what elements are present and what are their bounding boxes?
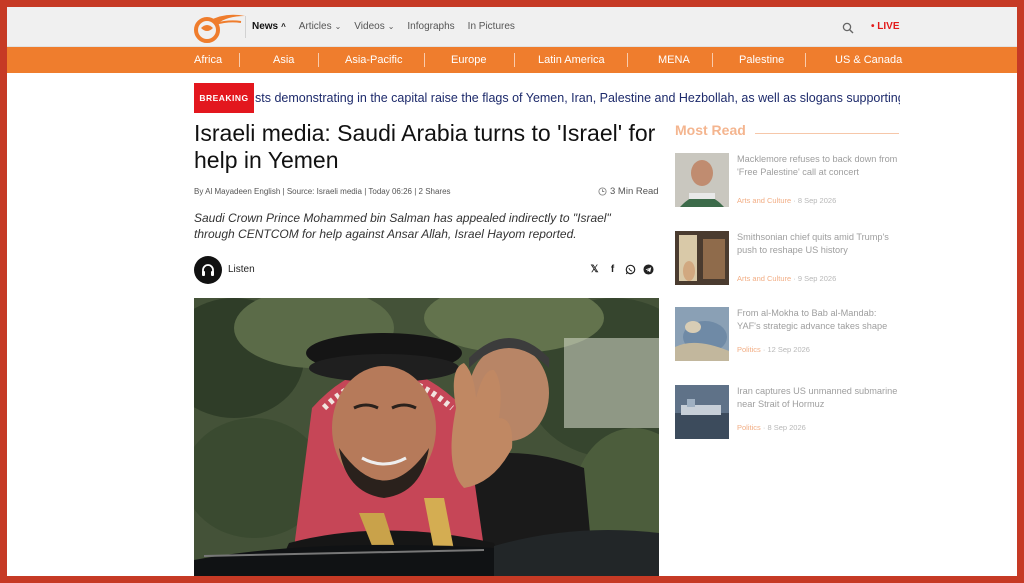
nav-articles-label: Articles	[298, 21, 332, 32]
most-read-meta: Arts and Culture · 8 Sep 2026	[737, 196, 837, 205]
region-divider	[318, 53, 319, 67]
read-time-label: 3 Min Read	[610, 186, 659, 197]
region-divider	[627, 53, 628, 67]
most-read-thumbnail[interactable]	[675, 153, 729, 207]
byline-author[interactable]: Al Mayadeen English	[205, 187, 280, 196]
clock-icon	[598, 187, 607, 196]
telegram-icon[interactable]	[643, 264, 654, 275]
most-read-headline[interactable]: Smithsonian chief quits amid Trump's pus…	[737, 231, 902, 256]
most-read-headline[interactable]: From al-Mokha to Bab al-Mandab: YAF's st…	[737, 307, 902, 332]
nav-in-pictures[interactable]: In Pictures	[468, 21, 515, 32]
main-nav: News ^ Articles ⌄ Videos ⌄ Infographs In…	[252, 21, 528, 32]
region-divider	[424, 53, 425, 67]
region-palestine[interactable]: Palestine	[739, 47, 784, 73]
region-divider	[712, 53, 713, 67]
most-read-item[interactable]: Iran captures US unmanned submarine near…	[675, 385, 900, 445]
byline-prefix: By	[194, 187, 204, 196]
listen-label[interactable]: Listen	[228, 264, 255, 275]
hero-image[interactable]	[194, 298, 659, 576]
region-asia[interactable]: Asia	[273, 47, 294, 73]
facebook-icon[interactable]: f	[607, 264, 618, 275]
most-read-thumbnail[interactable]	[675, 231, 729, 285]
most-read-item[interactable]: From al-Mokha to Bab al-Mandab: YAF's st…	[675, 307, 900, 367]
logo-divider	[245, 16, 246, 38]
nav-news-label: News	[252, 21, 279, 32]
nav-videos[interactable]: Videos ⌄	[354, 21, 394, 32]
hero-photo	[194, 298, 659, 576]
nav-infographs-label: Infographs	[407, 21, 455, 32]
byline-time: Today 06:26	[368, 187, 412, 196]
nav-news[interactable]: News ^	[252, 21, 286, 32]
region-africa[interactable]: Africa	[194, 47, 222, 73]
browser-frame: News ^ Articles ⌄ Videos ⌄ Infographs In…	[7, 7, 1017, 576]
region-divider	[805, 53, 806, 67]
top-bar: News ^ Articles ⌄ Videos ⌄ Infographs In…	[7, 7, 1017, 47]
region-divider	[239, 53, 240, 67]
most-read-headline[interactable]: Macklemore refuses to back down from 'Fr…	[737, 153, 902, 178]
region-us-canada[interactable]: US & Canada	[835, 47, 902, 73]
most-read-date: 9 Sep 2026	[797, 274, 837, 283]
region-asia-pacific[interactable]: Asia-Pacific	[345, 47, 402, 73]
byline-source: Source: Israeli media	[286, 187, 362, 196]
nav-videos-label: Videos	[354, 21, 385, 32]
most-read-date: 8 Sep 2026	[797, 196, 837, 205]
most-read-meta: Politics · 8 Sep 2026	[737, 423, 806, 432]
most-read-title: Most Read	[675, 122, 746, 138]
whatsapp-icon[interactable]	[625, 264, 636, 275]
most-read-category[interactable]: Politics	[737, 423, 761, 432]
most-read-thumbnail[interactable]	[675, 385, 729, 439]
chevron-down-icon: ⌄	[387, 22, 395, 31]
article-byline: By Al Mayadeen English | Source: Israeli…	[194, 187, 451, 196]
most-read-rule	[755, 133, 899, 134]
nav-articles[interactable]: Articles ⌄	[299, 21, 342, 32]
most-read-category[interactable]: Politics	[737, 345, 761, 354]
region-nav: Africa Asia Asia-Pacific Europe Latin Am…	[7, 47, 1017, 73]
search-icon[interactable]	[842, 22, 854, 34]
x-icon[interactable]: 𝕏	[589, 264, 600, 275]
most-read-category[interactable]: Arts and Culture	[737, 196, 791, 205]
region-latin-america[interactable]: Latin America	[538, 47, 605, 73]
live-link[interactable]: • LIVE	[871, 21, 900, 32]
read-time: 3 Min Read	[598, 186, 659, 197]
most-read-headline[interactable]: Iran captures US unmanned submarine near…	[737, 385, 902, 410]
ticker-text[interactable]: sts demonstrating in the capital raise t…	[255, 91, 900, 105]
breaking-ticker[interactable]: sts demonstrating in the capital raise t…	[255, 83, 900, 113]
breaking-badge: BREAKING	[194, 83, 254, 113]
chevron-up-icon: ^	[281, 22, 286, 31]
most-read-date: 8 Sep 2026	[767, 423, 806, 432]
share-icons: 𝕏 f	[589, 264, 654, 275]
most-read-date: 12 Sep 2026	[767, 345, 810, 354]
most-read-item[interactable]: Smithsonian chief quits amid Trump's pus…	[675, 231, 900, 291]
most-read-item[interactable]: Macklemore refuses to back down from 'Fr…	[675, 153, 900, 213]
region-mena[interactable]: MENA	[658, 47, 690, 73]
al-mayadeen-logo[interactable]	[193, 12, 247, 44]
chevron-down-icon: ⌄	[334, 22, 342, 31]
nav-in-pictures-label: In Pictures	[467, 21, 515, 32]
listen-button[interactable]	[194, 256, 222, 284]
article-lead: Saudi Crown Prince Mohammed bin Salman h…	[194, 211, 611, 241]
most-read-meta: Arts and Culture · 9 Sep 2026	[737, 274, 837, 283]
most-read-thumbnail[interactable]	[675, 307, 729, 361]
headphones-icon	[202, 264, 214, 276]
region-divider	[514, 53, 515, 67]
article-headline: Israeli media: Saudi Arabia turns to 'Is…	[194, 120, 656, 173]
most-read-category[interactable]: Arts and Culture	[737, 274, 791, 283]
byline-shares: 2 Shares	[418, 187, 451, 196]
region-europe[interactable]: Europe	[451, 47, 486, 73]
most-read-meta: Politics · 12 Sep 2026	[737, 345, 810, 354]
nav-infographs[interactable]: Infographs	[407, 21, 454, 32]
